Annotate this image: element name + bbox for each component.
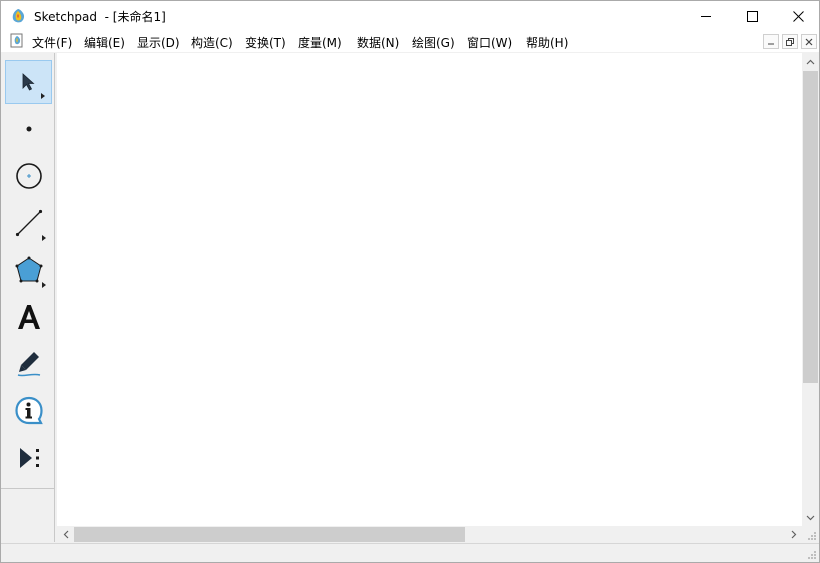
doc-minimize-button[interactable] (763, 34, 779, 49)
toolbox (1, 53, 55, 542)
status-bar (1, 543, 819, 562)
tool-arrow[interactable] (5, 60, 52, 104)
tool-straightedge[interactable] (5, 201, 52, 245)
minimize-button[interactable] (683, 1, 729, 31)
flyout-indicator-icon (41, 93, 45, 99)
sketchpad-logo-icon (12, 9, 25, 23)
chevron-left-icon (63, 530, 68, 539)
maximize-icon (746, 10, 758, 22)
tool-marker[interactable] (5, 342, 52, 386)
menu-file[interactable]: 文件(F) (32, 34, 72, 51)
chevron-right-icon (791, 530, 796, 539)
close-icon (792, 10, 804, 22)
close-icon (805, 38, 813, 45)
straightedge-icon (15, 209, 42, 237)
document-icon[interactable] (10, 33, 24, 48)
tool-polygon[interactable] (5, 248, 52, 292)
custom-tool-icon (19, 448, 39, 468)
horizontal-scrollbar[interactable] (57, 526, 802, 543)
doc-restore-button[interactable] (782, 34, 798, 49)
menu-transform[interactable]: 变换(T) (245, 34, 286, 51)
maximize-button[interactable] (729, 1, 775, 31)
tool-information[interactable] (5, 389, 52, 433)
tool-custom[interactable] (5, 436, 52, 480)
resize-grip-icon[interactable] (806, 549, 817, 560)
tool-point[interactable] (5, 107, 52, 151)
resize-grip-icon (808, 532, 816, 540)
toolbox-divider (1, 488, 55, 489)
menu-measure[interactable]: 度量(M) (298, 34, 342, 51)
polygon-icon (15, 256, 42, 283)
menu-graph[interactable]: 绘图(G) (412, 34, 455, 51)
title-bar[interactable]: Sketchpad - [未命名1] (1, 1, 819, 31)
scrollbar-corner (802, 526, 819, 543)
scroll-left-button[interactable] (57, 526, 74, 543)
horizontal-scroll-thumb[interactable] (74, 527, 465, 542)
close-button[interactable] (775, 1, 820, 31)
vertical-scrollbar[interactable] (802, 53, 819, 526)
scroll-right-button[interactable] (785, 526, 802, 543)
chevron-down-icon (806, 515, 815, 520)
marker-icon (17, 352, 40, 377)
window-title: Sketchpad - [未命名1] (34, 10, 166, 24)
arrow-select-icon (22, 73, 35, 91)
menu-display[interactable]: 显示(D) (137, 34, 180, 51)
flyout-indicator-icon (42, 235, 46, 241)
menu-data[interactable]: 数据(N) (357, 34, 399, 51)
doc-close-button[interactable] (801, 34, 817, 49)
vertical-scroll-thumb[interactable] (803, 71, 818, 383)
text-icon (17, 305, 40, 329)
scroll-down-button[interactable] (802, 509, 819, 526)
tool-compass[interactable] (5, 154, 52, 198)
minimize-icon (700, 15, 711, 17)
menu-help[interactable]: 帮助(H) (526, 34, 568, 51)
point-icon (26, 126, 31, 132)
tool-text[interactable] (5, 295, 52, 339)
restore-icon (786, 37, 794, 46)
menu-window[interactable]: 窗口(W) (467, 34, 512, 51)
sketch-canvas[interactable] (57, 53, 802, 526)
information-icon (14, 396, 43, 425)
menu-construct[interactable]: 构造(C) (191, 34, 233, 51)
sketchpad-window: Sketchpad - [未命名1] 文件(F) 编辑(E) 显示(D) 构造(… (0, 0, 820, 563)
menu-bar: 文件(F) 编辑(E) 显示(D) 构造(C) 变换(T) 度量(M) 数据(N… (1, 31, 819, 52)
flyout-indicator-icon (42, 282, 46, 288)
compass-icon (15, 163, 42, 189)
scroll-up-button[interactable] (802, 53, 819, 70)
menu-edit[interactable]: 编辑(E) (84, 34, 125, 51)
chevron-up-icon (806, 59, 815, 64)
minimize-icon (768, 43, 774, 44)
